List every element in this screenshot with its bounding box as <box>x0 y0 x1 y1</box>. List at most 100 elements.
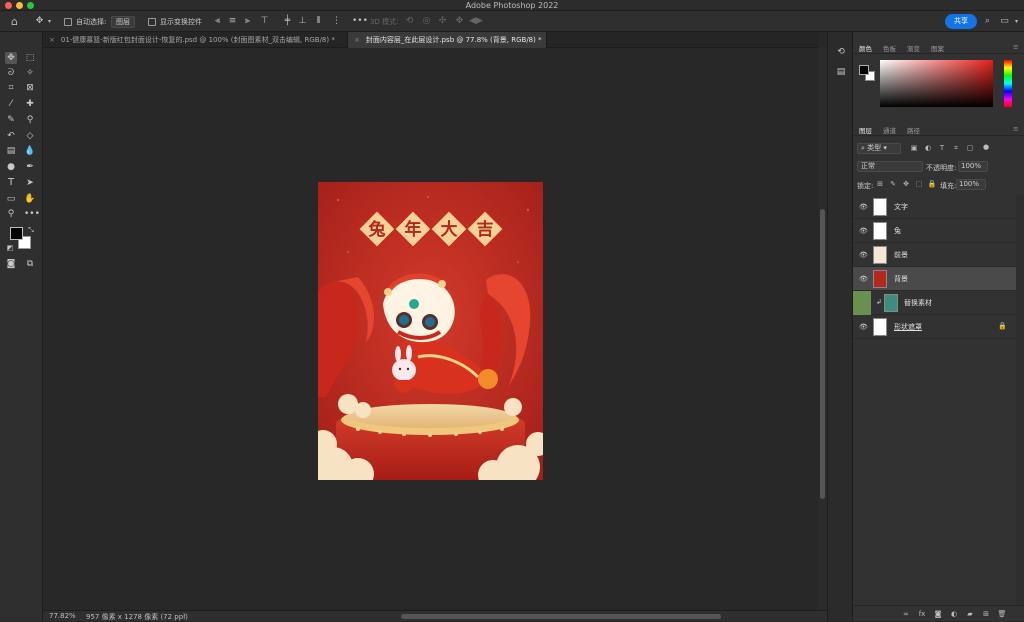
auto-select-option[interactable]: 自动选择: <box>64 15 106 28</box>
scrollbar-thumb[interactable] <box>820 209 825 499</box>
layer-row-foreground[interactable]: 👁 前景 <box>853 243 1016 267</box>
chevron-right-icon[interactable]: › <box>183 611 186 619</box>
align-middle-icon[interactable]: ╪ <box>282 16 293 27</box>
align-top-icon[interactable]: ⊤ <box>259 16 270 27</box>
layer-name[interactable]: 形状遮罩 <box>894 322 922 332</box>
align-right-icon[interactable]: ⫸ <box>242 16 253 27</box>
filter-shape-icon[interactable]: ⌗ <box>951 143 961 153</box>
swap-colors-icon[interactable]: ⤡ <box>25 224 37 236</box>
eyedropper-tool-icon[interactable]: ⁄ <box>5 98 17 110</box>
3d-scale-icon[interactable]: ◀▶ <box>469 16 483 27</box>
filter-adjustment-icon[interactable]: ◐ <box>923 143 933 153</box>
layers-scrollbar[interactable] <box>1016 195 1024 621</box>
frame-tool-icon[interactable]: ⊠ <box>24 82 36 94</box>
visibility-eye-icon[interactable]: 👁 <box>859 275 868 283</box>
layer-row-shape-mask[interactable]: 👁 形状遮罩 🔒 <box>853 315 1016 339</box>
show-transform-checkbox[interactable] <box>148 17 156 26</box>
hand-tool-icon[interactable]: ✋ <box>24 193 36 205</box>
tab-layers[interactable]: 图层 <box>859 125 872 135</box>
align-left-icon[interactable]: ⫷ <box>212 16 223 27</box>
chevron-down-icon[interactable]: ▾ <box>44 16 55 27</box>
more-options-icon[interactable]: ••• <box>352 16 368 27</box>
layer-row-background[interactable]: 👁 背景 <box>853 267 1016 291</box>
align-bottom-icon[interactable]: ⊥ <box>297 16 308 27</box>
close-icon[interactable]: × <box>49 36 55 44</box>
foreground-color-swatch[interactable] <box>10 227 23 240</box>
show-transform-option[interactable]: 显示变换控件 <box>148 15 202 28</box>
brush-tool-icon[interactable]: ✎ <box>5 114 17 126</box>
layer-name[interactable]: 前景 <box>894 250 908 260</box>
gradient-tool-icon[interactable]: ▤ <box>5 145 17 157</box>
horizontal-scrollbar[interactable] <box>401 614 721 619</box>
align-center-icon[interactable]: ≡ <box>227 16 238 27</box>
quick-mask-icon[interactable]: ◙ <box>5 258 17 270</box>
marquee-tool-icon[interactable]: ⬚ <box>24 52 36 64</box>
lock-transparent-icon[interactable]: ⊞ <box>875 179 885 189</box>
3d-slide-icon[interactable]: ✥ <box>454 16 465 27</box>
search-icon[interactable]: ⌕ <box>982 16 993 27</box>
filter-smart-object-icon[interactable]: ▢ <box>965 143 975 153</box>
tab-gradients[interactable]: 渐变 <box>907 43 920 53</box>
tab-paths[interactable]: 路径 <box>907 125 920 135</box>
move-tool-icon[interactable]: ✥ <box>5 52 17 64</box>
visibility-eye-icon[interactable]: 👁 <box>859 323 868 331</box>
blur-tool-icon[interactable]: 💧 <box>24 145 36 157</box>
stamp-tool-icon[interactable]: ⚲ <box>24 114 36 126</box>
distribute-vertical-icon[interactable]: ⋮ <box>331 16 342 27</box>
distribute-icon[interactable]: ⦀ <box>313 16 324 27</box>
screen-mode-icon[interactable]: ⧉ <box>24 258 36 270</box>
eraser-tool-icon[interactable]: ◇ <box>24 130 36 142</box>
home-icon[interactable]: ⌂ <box>9 16 20 27</box>
delete-layer-icon[interactable]: 🗑 <box>997 609 1007 619</box>
visibility-eye-icon[interactable]: 👁 <box>859 251 868 259</box>
document-canvas[interactable]: 兔 年 大 吉 <box>318 182 543 480</box>
more-tools-icon[interactable]: ••• <box>24 208 40 220</box>
tab-patterns[interactable]: 图案 <box>931 43 944 53</box>
panel-menu-icon[interactable]: ≡ <box>1013 125 1018 133</box>
adjustment-layer-icon[interactable]: ◐ <box>949 609 959 619</box>
layer-name[interactable]: 兔 <box>894 226 901 236</box>
layer-row-replace-material[interactable]: ↲ 替换素材 <box>853 291 1016 315</box>
layer-name[interactable]: 替换素材 <box>904 298 932 308</box>
tab-document-2[interactable]: × 封面内容层_在此层设计.psb @ 77.8% (背景, RGB/8) * <box>348 32 547 48</box>
lasso-tool-icon[interactable]: ᘐ <box>5 67 17 79</box>
lock-image-icon[interactable]: ✎ <box>888 179 898 189</box>
3d-rotate-icon[interactable]: ⟲ <box>404 16 415 27</box>
tab-document-1[interactable]: × 01-健康慕篮-新版红包封面设计-恢复的.psd @ 100% (封面图素材_… <box>43 32 348 48</box>
color-field[interactable] <box>880 60 993 107</box>
vertical-scrollbar[interactable] <box>818 49 827 610</box>
new-layer-icon[interactable]: ⊞ <box>981 609 991 619</box>
lock-position-icon[interactable]: ✥ <box>901 179 911 189</box>
crop-tool-icon[interactable]: ⌗ <box>5 82 17 94</box>
zoom-tool-icon[interactable]: ⚲ <box>5 208 17 220</box>
magic-wand-tool-icon[interactable]: ✧ <box>24 67 36 79</box>
visibility-eye-icon[interactable]: 👁 <box>859 203 868 211</box>
default-colors-icon[interactable]: ◩ <box>4 242 16 254</box>
layer-row-rabbit[interactable]: 👁 兔 <box>853 219 1016 243</box>
lock-all-icon[interactable]: 🔒 <box>927 179 937 189</box>
auto-select-checkbox[interactable] <box>64 17 72 26</box>
panel-menu-icon[interactable]: ≡ <box>1013 43 1018 51</box>
rectangle-tool-icon[interactable]: ▭ <box>5 193 17 205</box>
blend-mode-dropdown[interactable]: 正常 <box>857 161 923 172</box>
filter-toggle-icon[interactable]: ● <box>981 142 991 152</box>
layer-filter-dropdown[interactable]: ⌕ 类型 ▾ <box>857 143 901 154</box>
3d-pan-icon[interactable]: ✣ <box>437 16 448 27</box>
filter-pixel-icon[interactable]: ▣ <box>909 143 919 153</box>
layer-name[interactable]: 文字 <box>894 202 908 212</box>
filter-type-icon[interactable]: T <box>937 143 947 153</box>
history-panel-icon[interactable]: ⟲ <box>835 46 847 58</box>
zoom-level[interactable]: 77.82% <box>49 612 76 620</box>
link-layers-icon[interactable]: ∞ <box>901 609 911 619</box>
pen-tool-icon[interactable]: ✒ <box>24 161 36 173</box>
fill-input[interactable]: 100% <box>956 179 986 190</box>
layer-name[interactable]: 背景 <box>894 274 908 284</box>
layer-style-icon[interactable]: fx <box>917 609 927 619</box>
healing-brush-tool-icon[interactable]: ✚ <box>24 98 36 110</box>
visibility-eye-icon[interactable]: 👁 <box>859 227 868 235</box>
tab-swatches[interactable]: 色板 <box>883 43 896 53</box>
close-icon[interactable]: × <box>354 36 360 44</box>
share-button[interactable]: 共享 <box>945 14 977 29</box>
auto-select-dropdown[interactable]: 图层 <box>111 15 135 28</box>
type-tool-icon[interactable]: T <box>5 177 17 189</box>
